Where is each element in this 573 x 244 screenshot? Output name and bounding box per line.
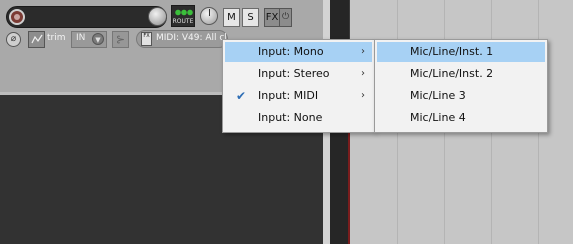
input-label: IN [76,33,86,43]
menu-item-label: Input: Mono [258,45,324,58]
menu-item-label: Input: None [258,111,323,124]
mono-input-submenu: Mic/Line/Inst. 1 Mic/Line/Inst. 2 Mic/Li… [374,39,548,133]
fx-bypass-button[interactable]: ⏻ [280,8,292,27]
input-fx-button[interactable]: FX [141,32,152,46]
envelope-button[interactable] [28,31,45,48]
checkmark-icon: ✔ [236,89,247,103]
fader-icon: ⊱ [115,33,126,46]
chevron-right-icon: › [361,46,365,57]
phase-invert-button[interactable]: ⌀ [6,32,21,47]
menu-item-label: Mic/Line/Inst. 1 [410,45,494,58]
input-menu: Input: Mono › Input: Stereo › ✔ Input: M… [222,39,375,133]
power-icon: ⏻ [281,12,290,22]
envelope-icon [31,34,43,44]
menu-item-input-midi[interactable]: ✔ Input: MIDI › [225,86,372,106]
pan-knob[interactable] [200,7,218,25]
fx-button[interactable]: FX [264,8,280,27]
input-dropdown-icon[interactable]: ▼ [92,33,104,45]
route-button[interactable]: ROUTE [171,5,195,27]
record-arm-button[interactable] [9,9,25,25]
volume-fader[interactable] [6,6,167,28]
menu-item-mic-line-inst-2[interactable]: Mic/Line/Inst. 2 [377,64,545,84]
menu-item-mic-line-3[interactable]: Mic/Line 3 [377,86,545,106]
menu-item-mic-line-inst-1[interactable]: Mic/Line/Inst. 1 [377,42,545,62]
menu-item-label: Input: MIDI [258,89,319,102]
menu-item-label: Mic/Line/Inst. 2 [410,67,494,80]
menu-item-label: Mic/Line 3 [410,89,466,102]
route-label: ROUTE [172,18,194,25]
input-fx-label: FX [143,33,150,39]
menu-item-label: Input: Stereo [258,67,330,80]
trim-label: trim [47,33,66,43]
phase-icon: ⌀ [10,34,17,44]
menu-item-label: Mic/Line 4 [410,111,466,124]
chevron-right-icon: › [361,90,365,101]
menu-item-mic-line-4[interactable]: Mic/Line 4 [377,108,545,128]
menu-item-input-stereo[interactable]: Input: Stereo › [225,64,372,84]
mute-button[interactable]: M [223,8,240,27]
route-led-icon [175,9,193,16]
menu-item-input-none[interactable]: Input: None [225,108,372,128]
volume-knob[interactable] [148,7,167,26]
menu-item-input-mono[interactable]: Input: Mono › [225,42,372,62]
chevron-right-icon: › [361,68,365,79]
record-input-text: MIDI: V49: All chan [156,33,226,43]
solo-button[interactable]: S [242,8,259,27]
free-item-positioning-button[interactable]: ⊱ [112,31,129,48]
